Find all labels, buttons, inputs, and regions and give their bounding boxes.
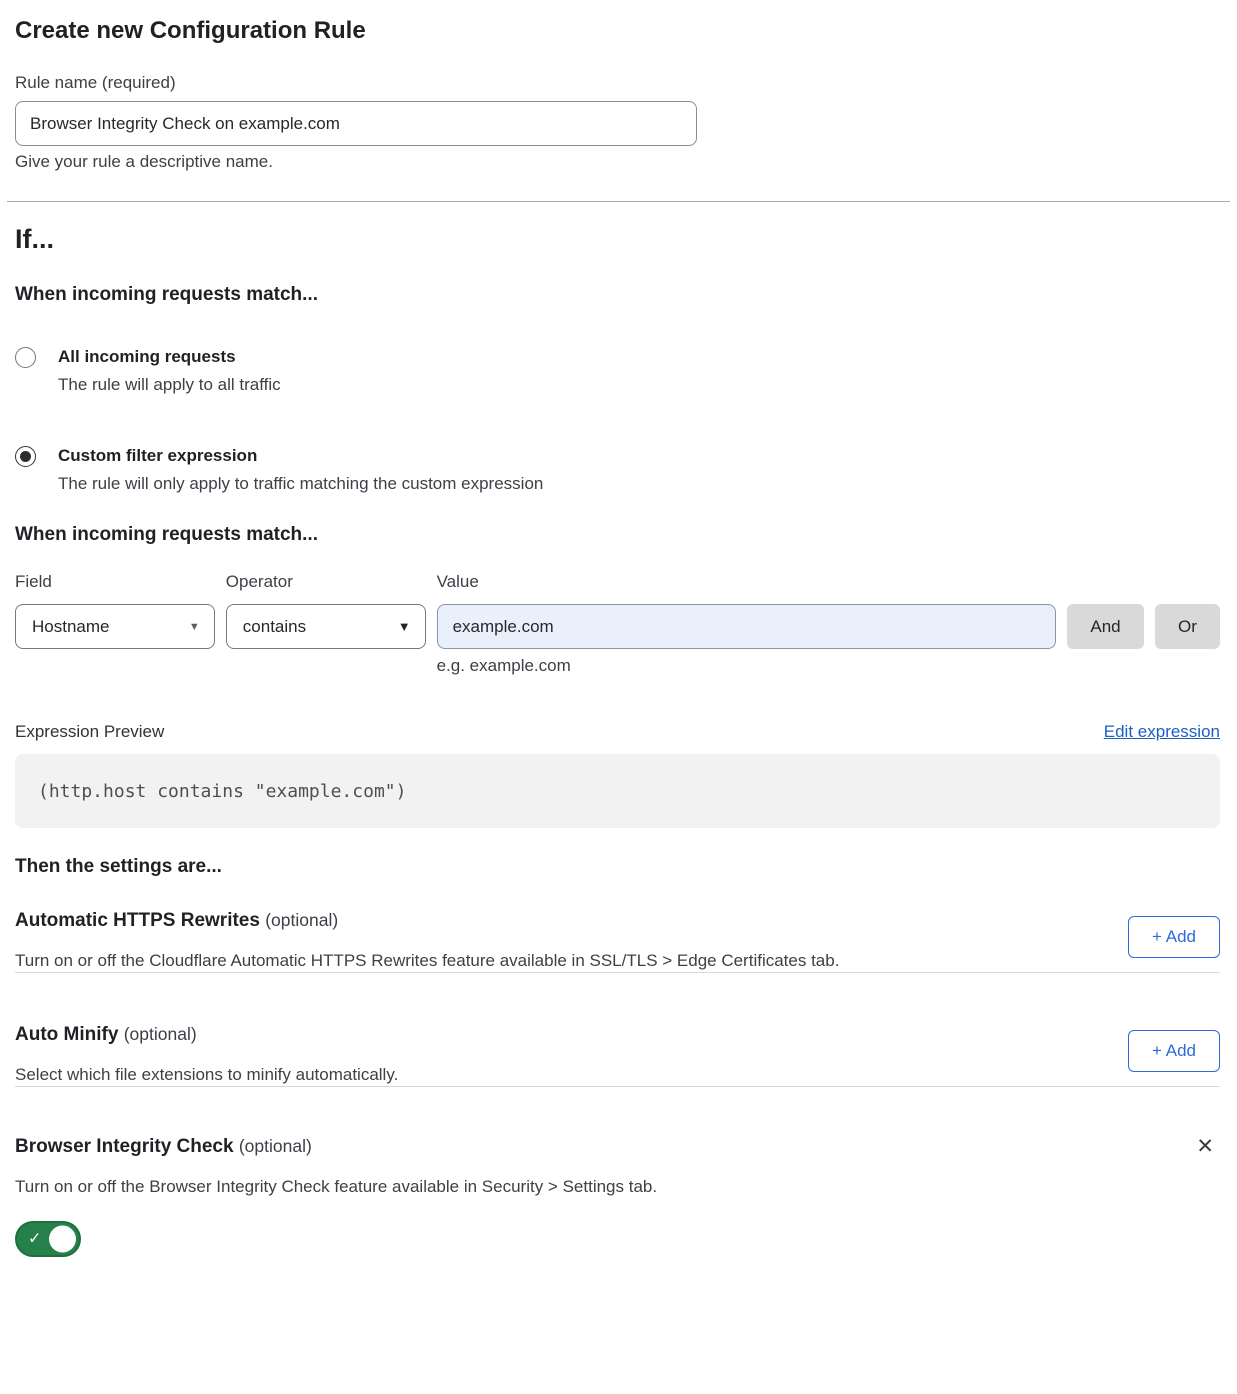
value-label: Value bbox=[437, 571, 1056, 592]
rule-name-help: Give your rule a descriptive name. bbox=[15, 152, 1220, 172]
field-label: Field bbox=[15, 571, 215, 592]
radio-all-requests-description: The rule will apply to all traffic bbox=[58, 374, 281, 396]
expression-preview-code: (http.host contains "example.com") bbox=[15, 754, 1220, 828]
radio-all-requests-label: All incoming requests bbox=[58, 346, 281, 368]
expression-preview-label: Expression Preview bbox=[15, 721, 164, 743]
rule-name-input[interactable] bbox=[15, 101, 697, 146]
field-select[interactable]: Hostname ▼ bbox=[15, 604, 215, 649]
radio-option-all-requests[interactable]: All incoming requests The rule will appl… bbox=[15, 346, 1220, 396]
setting-title: Browser Integrity Check (optional) bbox=[15, 1134, 312, 1159]
operator-select[interactable]: contains ▼ bbox=[226, 604, 426, 649]
expression-builder-heading: When incoming requests match... bbox=[15, 523, 1220, 547]
value-help: e.g. example.com bbox=[437, 655, 1056, 676]
setting-texts: Automatic HTTPS Rewrites (optional) Turn… bbox=[15, 908, 839, 972]
or-column: Or bbox=[1155, 571, 1220, 649]
active-setting-title-row: Browser Integrity Check (optional) ✕ bbox=[15, 1134, 1220, 1159]
then-settings-heading: Then the settings are... bbox=[15, 855, 1220, 879]
or-button[interactable]: Or bbox=[1155, 604, 1220, 649]
setting-auto-minify: Auto Minify (optional) Select which file… bbox=[15, 1022, 1220, 1086]
if-heading: If... bbox=[15, 223, 1220, 255]
radio-custom-filter[interactable] bbox=[15, 446, 36, 467]
radio-dot bbox=[20, 451, 31, 462]
setting-title: Automatic HTTPS Rewrites (optional) bbox=[15, 908, 839, 933]
create-configuration-rule-form: Create new Configuration Rule Rule name … bbox=[0, 17, 1237, 1257]
expression-builder-row: Field Hostname ▼ Operator contains ▼ Val… bbox=[15, 571, 1220, 676]
toggle-knob bbox=[49, 1226, 76, 1253]
operator-column: Operator contains ▼ bbox=[226, 571, 426, 649]
radio-custom-filter-description: The rule will only apply to traffic matc… bbox=[58, 473, 543, 495]
optional-tag: (optional) bbox=[239, 1136, 312, 1156]
setting-description: Turn on or off the Browser Integrity Che… bbox=[15, 1176, 1220, 1198]
and-column: And bbox=[1067, 571, 1155, 649]
radio-texts: Custom filter expression The rule will o… bbox=[58, 445, 543, 495]
page-title: Create new Configuration Rule bbox=[15, 17, 1220, 45]
setting-title-text: Auto Minify bbox=[15, 1024, 118, 1045]
setting-title: Auto Minify (optional) bbox=[15, 1022, 398, 1047]
section-divider bbox=[7, 201, 1230, 202]
section-divider bbox=[15, 972, 1220, 973]
check-icon: ✓ bbox=[28, 1229, 41, 1249]
setting-title-text: Automatic HTTPS Rewrites bbox=[15, 910, 260, 931]
field-select-value: Hostname bbox=[32, 617, 109, 637]
radio-option-custom-filter[interactable]: Custom filter expression The rule will o… bbox=[15, 445, 1220, 495]
setting-texts: Auto Minify (optional) Select which file… bbox=[15, 1022, 398, 1086]
field-column: Field Hostname ▼ bbox=[15, 571, 215, 649]
expression-preview-header: Expression Preview Edit expression bbox=[15, 721, 1220, 743]
setting-browser-integrity-check: Browser Integrity Check (optional) ✕ Tur… bbox=[15, 1134, 1220, 1257]
rule-name-label: Rule name (required) bbox=[15, 73, 1220, 93]
chevron-down-icon: ▼ bbox=[398, 619, 411, 634]
optional-text: (optional) bbox=[239, 1136, 312, 1156]
setting-description: Turn on or off the Cloudflare Automatic … bbox=[15, 950, 839, 972]
setting-description: Select which file extensions to minify a… bbox=[15, 1064, 398, 1086]
operator-select-value: contains bbox=[243, 617, 306, 637]
optional-tag: (optional) bbox=[124, 1024, 197, 1044]
radio-custom-filter-label: Custom filter expression bbox=[58, 445, 543, 467]
close-icon[interactable]: ✕ bbox=[1190, 1134, 1220, 1159]
edit-expression-link[interactable]: Edit expression bbox=[1104, 721, 1220, 743]
value-input[interactable] bbox=[437, 604, 1056, 649]
chevron-down-icon: ▼ bbox=[189, 621, 200, 633]
browser-integrity-toggle[interactable]: ✓ bbox=[15, 1221, 81, 1257]
value-column: Value e.g. example.com bbox=[437, 571, 1056, 676]
optional-text: (optional) bbox=[124, 1024, 197, 1044]
setting-automatic-https-rewrites: Automatic HTTPS Rewrites (optional) Turn… bbox=[15, 908, 1220, 972]
operator-label: Operator bbox=[226, 571, 426, 592]
add-https-rewrites-button[interactable]: + Add bbox=[1128, 916, 1220, 958]
add-auto-minify-button[interactable]: + Add bbox=[1128, 1030, 1220, 1072]
optional-tag: (optional) bbox=[265, 910, 338, 930]
radio-texts: All incoming requests The rule will appl… bbox=[58, 346, 281, 396]
match-type-heading: When incoming requests match... bbox=[15, 283, 1220, 307]
section-divider bbox=[15, 1086, 1220, 1087]
setting-title-text: Browser Integrity Check bbox=[15, 1136, 234, 1157]
and-button[interactable]: And bbox=[1067, 604, 1144, 649]
radio-all-requests[interactable] bbox=[15, 347, 36, 368]
optional-text: (optional) bbox=[265, 910, 338, 930]
